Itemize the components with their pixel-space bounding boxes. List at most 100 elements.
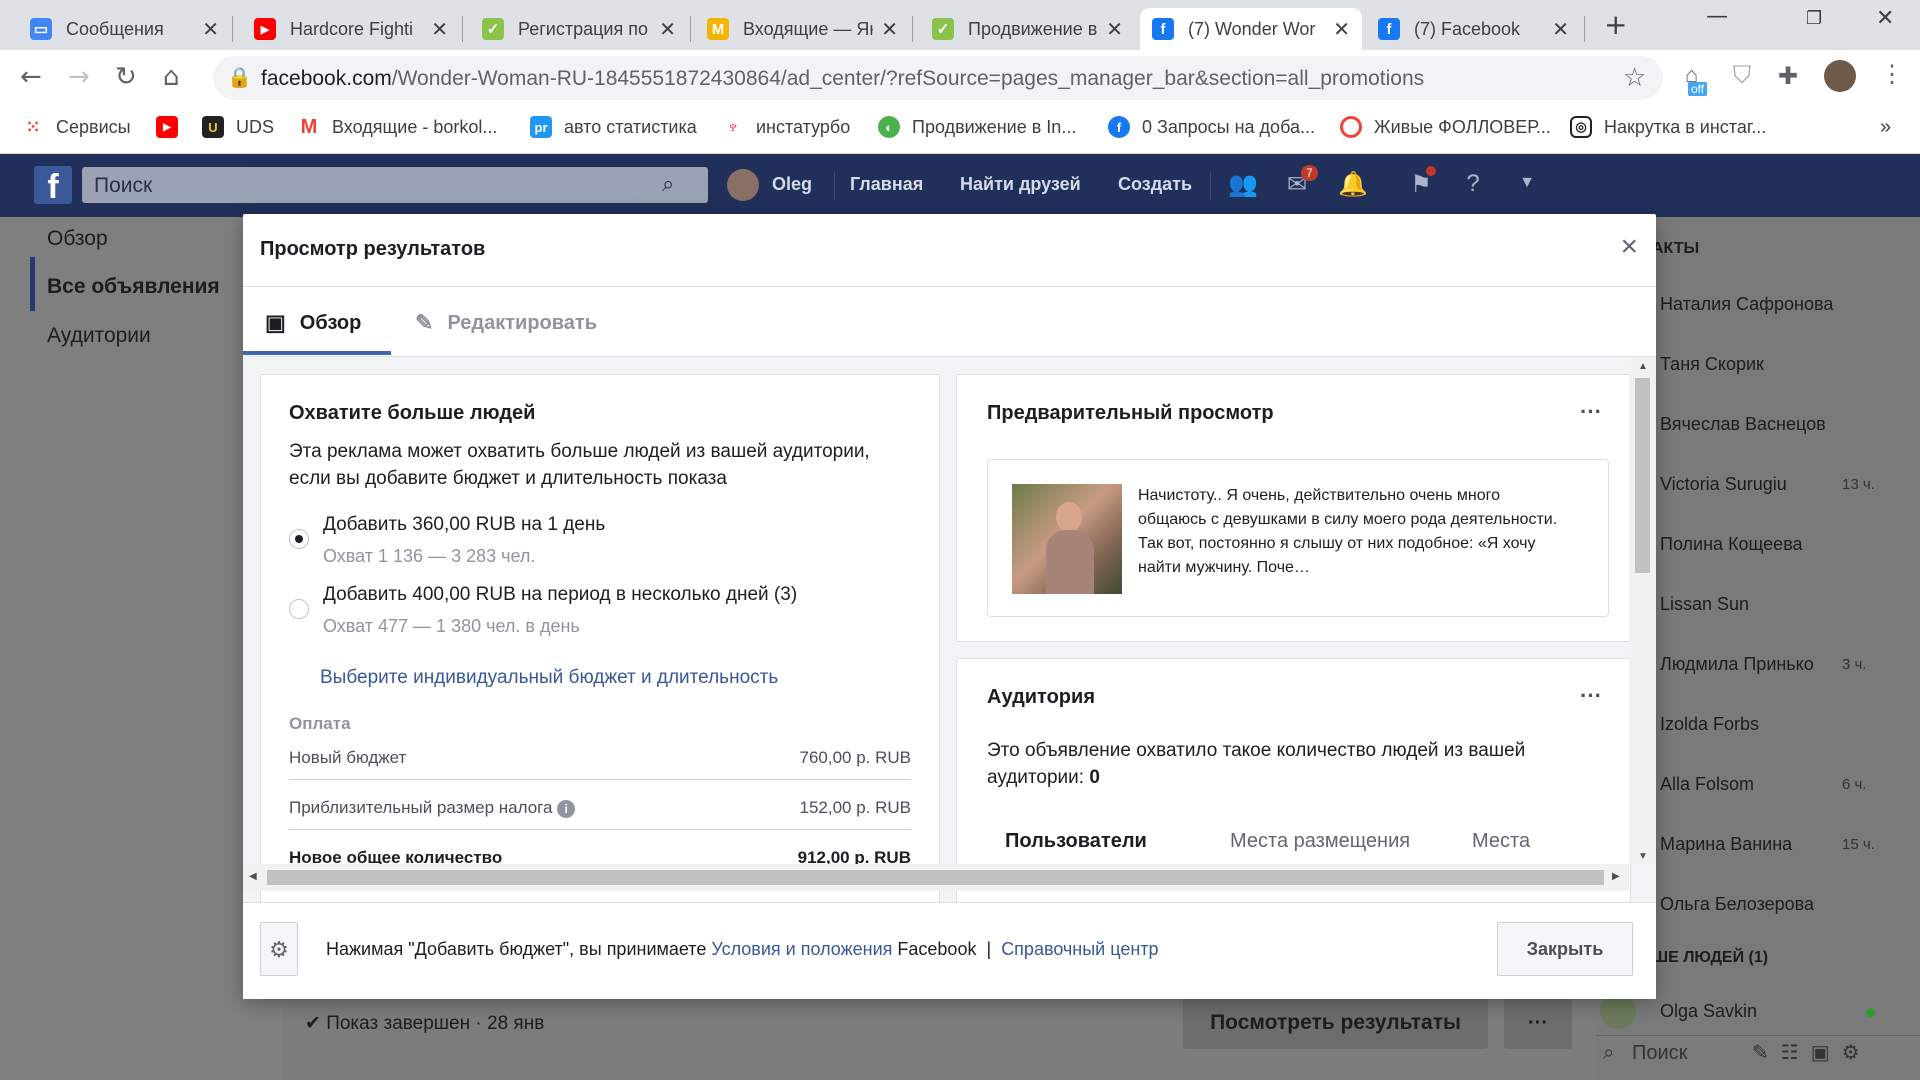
settings-gear-button[interactable]: ⚙ bbox=[260, 922, 298, 976]
minimize-button[interactable]: — bbox=[1706, 4, 1728, 29]
close-tab-icon[interactable]: ✕ bbox=[1333, 17, 1350, 42]
window-close-button[interactable]: ✕ bbox=[1876, 6, 1894, 31]
chat-contact[interactable]: Ольга Белозерова bbox=[1660, 894, 1814, 915]
help-center-link[interactable]: Справочный центр bbox=[1001, 939, 1158, 959]
chat-contact[interactable]: Вячеслав Васнецов bbox=[1660, 414, 1826, 435]
budget-option-2-radio[interactable] bbox=[289, 599, 309, 619]
nav-find-friends[interactable]: Найти друзей bbox=[960, 174, 1081, 195]
address-bar[interactable]: 🔒 facebook.com/Wonder-Woman-RU-184555187… bbox=[213, 56, 1663, 100]
browser-tab-registration[interactable]: ✓ Регистрация по ✕ bbox=[470, 8, 688, 50]
vertical-scroll-thumb[interactable] bbox=[1635, 378, 1650, 573]
restore-button[interactable]: ❐ bbox=[1806, 8, 1822, 29]
chat-contact[interactable]: Alla Folsom bbox=[1660, 774, 1754, 795]
fb-user-name[interactable]: Oleg bbox=[772, 174, 812, 195]
back-arrow-icon[interactable]: ← bbox=[20, 62, 42, 92]
budget-option-1-label[interactable]: Добавить 360,00 RUB на 1 день bbox=[323, 514, 605, 536]
ad-preview-box[interactable]: Начистоту.. Я очень, действительно очень… bbox=[987, 459, 1609, 617]
close-tab-icon[interactable]: ✕ bbox=[202, 17, 219, 42]
bookmark-auto-stats[interactable]: pr авто статистика bbox=[530, 116, 697, 138]
close-tab-icon[interactable]: ✕ bbox=[1106, 17, 1123, 42]
chat-contact[interactable]: Victoria Surugiu bbox=[1660, 474, 1787, 495]
search-icon[interactable]: ⌕ bbox=[662, 171, 674, 197]
scroll-right-arrow-icon[interactable]: ▶ bbox=[1612, 871, 1620, 882]
vertical-scrollbar[interactable]: ▲ ▼ bbox=[1629, 357, 1656, 864]
pencil-icon: ✎ bbox=[415, 310, 434, 335]
facebook-logo-icon[interactable]: f bbox=[34, 166, 72, 206]
terms-link[interactable]: Условия и положения bbox=[711, 939, 892, 959]
chat-contact[interactable]: Марина Ванина bbox=[1660, 834, 1792, 855]
chat-contact[interactable]: Таня Скорик bbox=[1660, 354, 1764, 375]
chat-contact[interactable]: Людмила Принько bbox=[1660, 654, 1814, 675]
close-button[interactable]: Закрыть bbox=[1497, 922, 1633, 976]
friend-requests-icon[interactable]: 👥 bbox=[1228, 170, 1258, 200]
budget-option-2-label[interactable]: Добавить 400,00 RUB на период в нескольк… bbox=[323, 584, 797, 606]
browser-tab-wonder-woman[interactable]: f (7) Wonder Wor ✕ bbox=[1140, 8, 1362, 50]
chevron-down-icon[interactable]: ▼ bbox=[1512, 174, 1542, 204]
scroll-left-arrow-icon[interactable]: ◀ bbox=[249, 871, 257, 882]
help-icon[interactable]: ? bbox=[1458, 170, 1488, 200]
kebab-menu-icon[interactable]: ⋮ bbox=[1880, 60, 1904, 89]
lock-icon: 🔒 bbox=[227, 67, 252, 89]
bookmark-services[interactable]: ⁙ Сервисы bbox=[22, 116, 130, 138]
custom-budget-link[interactable]: Выберите индивидуальный бюджет и длитель… bbox=[320, 667, 778, 689]
scroll-down-arrow-icon[interactable]: ▼ bbox=[1638, 851, 1648, 862]
sidebar-item-all-ads[interactable]: Все объявления bbox=[47, 275, 220, 299]
bookmark-promo-instagram[interactable]: ◐ Продвижение в In... bbox=[878, 116, 1076, 138]
bookmark-uds[interactable]: U UDS bbox=[202, 116, 274, 138]
close-tab-icon[interactable]: ✕ bbox=[431, 17, 448, 42]
close-tab-icon[interactable]: ✕ bbox=[1552, 17, 1569, 42]
more-options-button[interactable]: ··· bbox=[1504, 997, 1572, 1049]
notifications-bell-icon[interactable]: 🔔 bbox=[1338, 170, 1368, 200]
preview-more-button[interactable]: ··· bbox=[1580, 399, 1602, 425]
chat-contact[interactable]: Полина Кощеева bbox=[1660, 534, 1803, 555]
bookmark-live-followers[interactable]: Живые ФОЛЛОВЕР... bbox=[1340, 116, 1551, 138]
audience-more-button[interactable]: ··· bbox=[1580, 683, 1602, 709]
bookmark-star-icon[interactable]: ☆ bbox=[1623, 62, 1646, 93]
close-icon[interactable]: × bbox=[1620, 230, 1638, 264]
fb-search-input[interactable]: Поиск ⌕ bbox=[82, 167, 708, 203]
browser-tab-promotion[interactable]: ✓ Продвижение в ✕ bbox=[920, 8, 1135, 50]
tab-placements[interactable]: Места размещения bbox=[1230, 830, 1410, 853]
horizontal-scroll-thumb[interactable] bbox=[267, 870, 1604, 885]
browser-tab-messages[interactable]: ▭ Сообщения ✕ bbox=[18, 8, 231, 50]
chat-contact[interactable]: Lissan Sun bbox=[1660, 594, 1749, 615]
scroll-up-arrow-icon[interactable]: ▲ bbox=[1638, 361, 1648, 372]
close-tab-icon[interactable]: ✕ bbox=[659, 17, 676, 42]
browser-tab-facebook[interactable]: f (7) Facebook ✕ bbox=[1366, 8, 1581, 50]
shield-icon[interactable]: ⛉ bbox=[1733, 62, 1751, 90]
chat-contact[interactable]: Izolda Forbs bbox=[1660, 714, 1759, 735]
browser-tab-inbox[interactable]: M Входящие — Ян ✕ bbox=[695, 8, 910, 50]
bookmark-insta-boost[interactable]: ◎ Накрутка в инстаг... bbox=[1570, 116, 1766, 138]
reload-icon[interactable]: ↻ bbox=[115, 62, 137, 92]
forward-arrow-icon[interactable]: → bbox=[68, 62, 90, 92]
new-tab-button[interactable]: + bbox=[1604, 8, 1627, 41]
bookmark-instaturbo[interactable]: ♆ инстатурбо bbox=[722, 116, 850, 138]
nav-create[interactable]: Создать bbox=[1118, 174, 1192, 195]
chat-contact-online[interactable]: Olga Savkin bbox=[1660, 1001, 1757, 1022]
bookmark-youtube[interactable]: ▶ bbox=[156, 116, 190, 138]
avatar[interactable] bbox=[727, 169, 759, 201]
tab-overview[interactable]: ▣ Обзор bbox=[265, 310, 361, 336]
horizontal-scrollbar[interactable]: ◀ ▶ bbox=[243, 864, 1629, 891]
sidebar-item-audiences[interactable]: Аудитории bbox=[47, 324, 151, 348]
puzzle-icon[interactable]: ✚ bbox=[1778, 62, 1798, 91]
bookmark-inbox[interactable]: M Входящие - borkol... bbox=[298, 116, 498, 138]
browser-tab-youtube[interactable]: ▶ Hardcore Fighti ✕ bbox=[242, 8, 460, 50]
tab-users[interactable]: Пользователи bbox=[1005, 830, 1147, 853]
close-tab-icon[interactable]: ✕ bbox=[881, 17, 898, 42]
sidebar-item-overview[interactable]: Обзор bbox=[47, 227, 108, 251]
budget-option-1-radio[interactable] bbox=[289, 529, 309, 549]
info-icon[interactable]: i bbox=[557, 800, 576, 818]
chat-contact[interactable]: Наталия Сафронова bbox=[1660, 294, 1833, 315]
nav-home[interactable]: Главная bbox=[850, 174, 923, 195]
tab-edit[interactable]: ✎ Редактировать bbox=[415, 310, 597, 336]
view-results-button[interactable]: Посмотреть результаты bbox=[1183, 997, 1488, 1049]
tab-places[interactable]: Места bbox=[1472, 830, 1530, 853]
chat-tools-icons[interactable]: ✎☷▣⚙ bbox=[1752, 1040, 1872, 1065]
bookmark-fb-requests[interactable]: f0 Запросы на доба... bbox=[1108, 116, 1315, 138]
home-icon[interactable]: ⌂ bbox=[163, 62, 180, 92]
profile-avatar[interactable] bbox=[1824, 60, 1856, 92]
preview-card: Предварительный просмотр ··· Начистоту..… bbox=[956, 374, 1631, 642]
chat-search-input[interactable]: Поиск bbox=[1632, 1042, 1687, 1065]
bookmarks-overflow[interactable]: » bbox=[1880, 116, 1891, 139]
